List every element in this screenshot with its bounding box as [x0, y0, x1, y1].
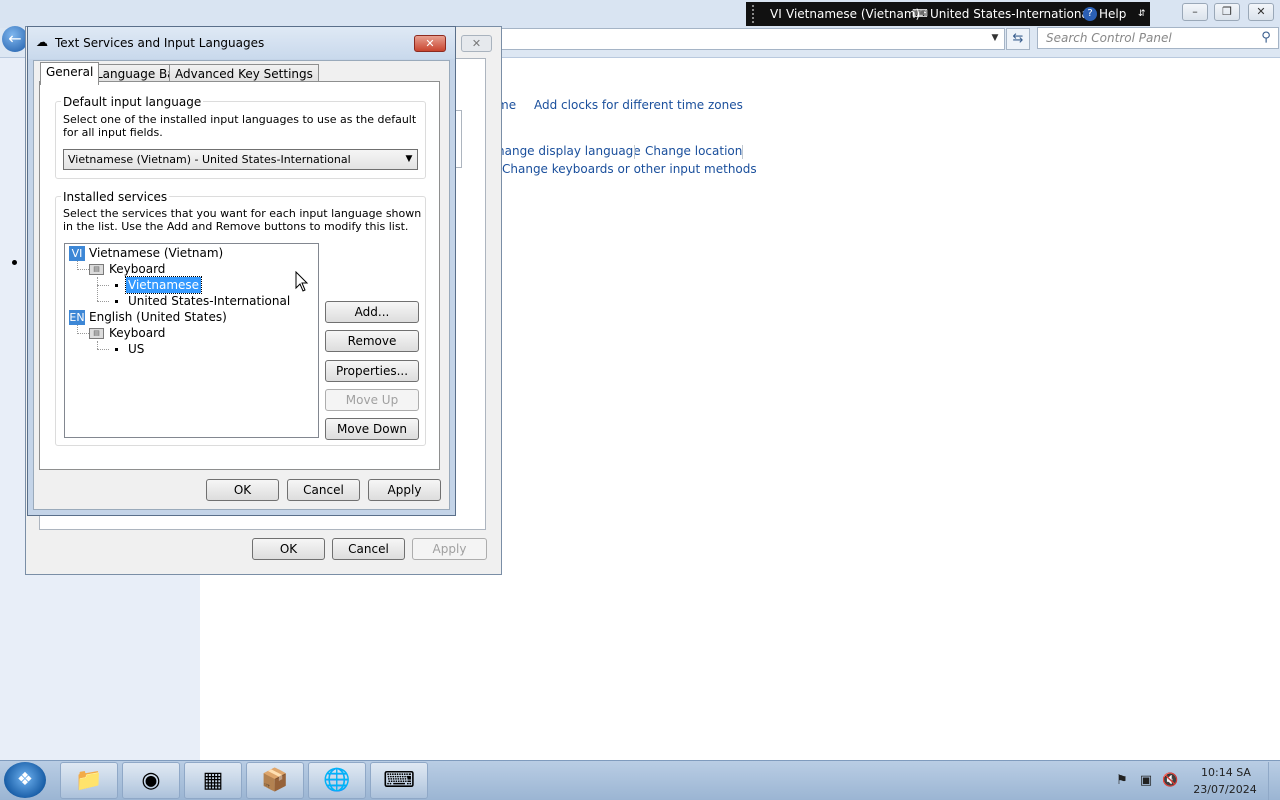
mouse-cursor-icon	[295, 271, 309, 292]
language-badge-en: EN	[69, 310, 85, 325]
tree-line	[97, 341, 98, 349]
clock-time[interactable]: 10:14 SA	[1196, 766, 1256, 779]
link-change-display-language[interactable]: hange display language	[497, 144, 641, 158]
link-separator	[742, 145, 743, 159]
search-input[interactable]: Search Control Panel	[1037, 27, 1279, 49]
volume-muted-icon[interactable]: 🔇	[1162, 773, 1178, 789]
tree-line	[77, 269, 89, 270]
restore-button[interactable]: ❐	[1214, 3, 1240, 21]
close-button[interactable]: ✕	[1248, 3, 1274, 21]
default-language-dropdown[interactable]: Vietnamese (Vietnam) - United States-Int…	[63, 149, 418, 170]
tree-node-vietnamese-vietnam[interactable]: Vietnamese (Vietnam)	[89, 245, 223, 261]
minimize-button[interactable]: –	[1182, 3, 1208, 21]
installer-taskbar-icon[interactable]: 📦	[246, 762, 304, 799]
dialog-title: Text Services and Input Languages	[55, 36, 265, 50]
tree-node-us[interactable]: US	[128, 341, 144, 357]
installed-services-description: Select the services that you want for ea…	[63, 207, 422, 233]
clock-date[interactable]: 23/07/2024	[1190, 783, 1260, 796]
help-label[interactable]: Help	[1099, 2, 1126, 26]
bullet-icon	[115, 284, 118, 287]
region-cancel-button[interactable]: Cancel	[332, 538, 405, 560]
move-down-button[interactable]: Move Down	[325, 418, 419, 440]
region-close-button[interactable]: ✕	[461, 35, 492, 52]
globe-clock-taskbar-icon[interactable]: 🌐	[308, 762, 366, 799]
tree-line	[97, 301, 109, 302]
link-add-clocks[interactable]: Add clocks for different time zones	[534, 98, 743, 112]
explorer-taskbar-icon[interactable]: 📁	[60, 762, 118, 799]
language-badge-vi: VI	[69, 246, 85, 261]
options-icon[interactable]: ⇵	[1138, 2, 1146, 26]
region-inner-frame	[455, 110, 462, 168]
chevron-down-icon[interactable]: ▼	[988, 31, 1002, 45]
keyboard-icon: ▤	[89, 264, 104, 275]
bullet-icon	[115, 348, 118, 351]
control-panel-taskbar-icon[interactable]: ▦	[184, 762, 242, 799]
link-separator	[634, 145, 635, 159]
firefox-taskbar-icon[interactable]: ◉	[122, 762, 180, 799]
tree-line	[97, 277, 98, 301]
bullet-dot	[12, 260, 17, 265]
default-language-label: Default input language	[61, 95, 204, 109]
move-up-button: Move Up	[325, 389, 419, 411]
tree-node-english-united-states[interactable]: English (United States)	[89, 309, 227, 325]
bullet-icon	[115, 300, 118, 303]
remove-button[interactable]: Remove	[325, 330, 419, 352]
tree-line	[97, 349, 109, 350]
tree-node-keyboard[interactable]: Keyboard	[109, 261, 165, 277]
keyboard-icon: ▤	[89, 328, 104, 339]
help-icon[interactable]: ?	[1083, 7, 1097, 21]
keyboard-icon: ⌨	[912, 7, 928, 20]
default-language-description: Select one of the installed input langua…	[63, 113, 417, 139]
installed-services-label: Installed services	[61, 190, 170, 204]
language-bar: VI Vietnamese (Vietnam) ⌨ United States-…	[746, 2, 1150, 26]
search-icon[interactable]: ⚲	[1258, 30, 1274, 46]
dialog-close-button[interactable]: ✕	[414, 35, 446, 52]
tree-line	[77, 333, 89, 334]
tree-node-vietnamese[interactable]: Vietnamese	[124, 276, 203, 294]
grip-icon[interactable]	[752, 5, 754, 23]
region-apply-button: Apply	[412, 538, 487, 560]
tree-line	[97, 285, 109, 286]
add-button[interactable]: Add...	[325, 301, 419, 323]
region-ok-button[interactable]: OK	[252, 538, 325, 560]
cancel-button[interactable]: Cancel	[287, 479, 360, 501]
tree-node-united-states-international[interactable]: United States-International	[128, 293, 290, 309]
ok-button[interactable]: OK	[206, 479, 279, 501]
start-button[interactable]: ❖	[4, 762, 46, 798]
tree-node-keyboard[interactable]: Keyboard	[109, 325, 165, 341]
text-services-taskbar-icon[interactable]: ⌨	[370, 762, 428, 799]
show-desktop-button[interactable]	[1268, 762, 1280, 800]
network-icon[interactable]: ▣	[1138, 773, 1154, 789]
link-change-keyboards[interactable]: Change keyboards or other input methods	[502, 162, 757, 176]
refresh-icon[interactable]: ⇆	[1006, 28, 1030, 50]
language-code[interactable]: VI	[770, 2, 782, 26]
address-box[interactable]	[500, 28, 1005, 50]
chevron-down-icon[interactable]: ▼	[403, 151, 415, 167]
keyboard-layout[interactable]: United States-International	[930, 2, 1092, 26]
action-center-flag-icon[interactable]: ⚑	[1114, 773, 1130, 789]
apply-button[interactable]: Apply	[368, 479, 441, 501]
link-change-location[interactable]: Change location	[645, 144, 742, 158]
language-name[interactable]: Vietnamese (Vietnam)	[786, 2, 920, 26]
properties-button[interactable]: Properties...	[325, 360, 419, 382]
tab-general[interactable]: General	[40, 62, 100, 85]
keyboard-globe-icon: ☁	[36, 35, 48, 49]
